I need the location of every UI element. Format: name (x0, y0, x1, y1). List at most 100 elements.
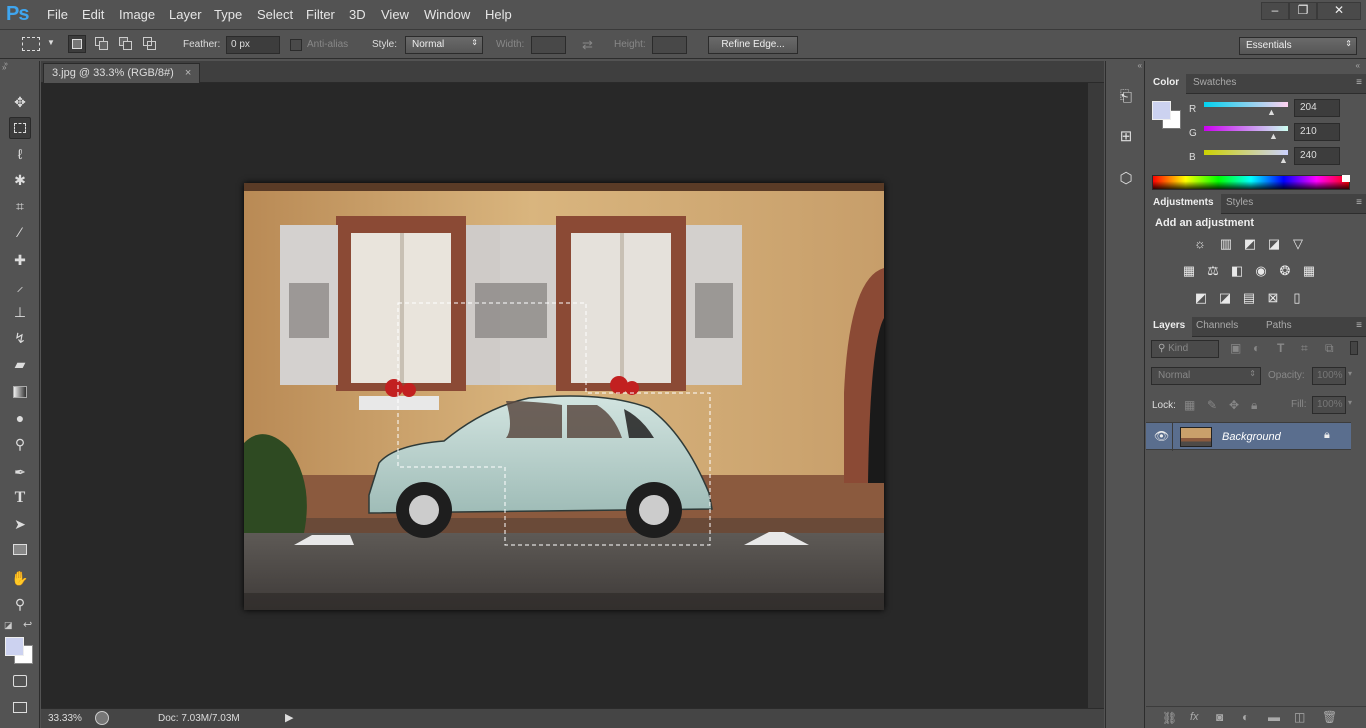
channel-mixer-icon[interactable]: ❂ (1276, 263, 1294, 279)
curves-icon[interactable]: ◩ (1241, 236, 1259, 252)
lock-position-icon[interactable]: ✥ (1229, 398, 1239, 412)
color-lookup-icon[interactable]: ▦ (1300, 263, 1318, 279)
channel-r-input[interactable]: 204 (1294, 99, 1340, 117)
gradient-map-icon[interactable]: ▯ (1288, 290, 1306, 306)
slider-thumb-icon[interactable]: ▲ (1269, 131, 1278, 141)
menu-view[interactable]: View (381, 7, 409, 22)
tab-color[interactable]: Color (1146, 74, 1187, 94)
selective-color-icon[interactable]: ⊠ (1264, 290, 1282, 306)
channel-b-slider[interactable] (1204, 150, 1288, 155)
tab-adjustments[interactable]: Adjustments (1146, 194, 1221, 214)
black-white-icon[interactable]: ◧ (1228, 263, 1246, 279)
exposure-icon[interactable]: ◪ (1265, 236, 1283, 252)
gradient-tool-icon[interactable] (9, 381, 31, 403)
status-icon[interactable] (95, 711, 109, 725)
adjustment-layer-icon[interactable]: ◐ (1242, 710, 1249, 724)
posterize-icon[interactable]: ◪ (1216, 290, 1234, 306)
height-input[interactable] (652, 36, 687, 54)
tab-layers[interactable]: Layers (1146, 317, 1193, 337)
collapse-icon[interactable]: « (1146, 61, 1366, 71)
rectangular-marquee-tool-icon[interactable] (9, 117, 31, 139)
vertical-scrollbar[interactable] (1088, 83, 1104, 708)
marquee-preset-icon[interactable] (22, 37, 40, 51)
panel-menu-icon[interactable]: ≡ (1356, 77, 1362, 88)
menu-layer[interactable]: Layer (169, 7, 202, 22)
color-balance-icon[interactable]: ⚖ (1204, 263, 1222, 279)
feather-input[interactable]: 0 px (226, 36, 280, 54)
levels-icon[interactable]: ▥ (1217, 236, 1235, 252)
foreground-color-swatch[interactable] (5, 637, 24, 656)
lock-pixels-icon[interactable]: ✎ (1207, 398, 1217, 412)
adjustment-filter-icon[interactable]: ◐ (1253, 341, 1260, 355)
restore-button[interactable]: ❐ (1289, 2, 1317, 20)
pixel-filter-icon[interactable]: ▣ (1230, 341, 1241, 355)
tab-paths[interactable]: Paths (1259, 317, 1299, 337)
panel-menu-icon[interactable]: ≡ (1356, 320, 1362, 331)
layer-thumbnail[interactable] (1180, 427, 1212, 447)
hand-tool-icon[interactable]: ✋ (9, 567, 31, 589)
smart-object-filter-icon[interactable]: ⧉ (1325, 341, 1334, 356)
white-swatch[interactable] (1342, 175, 1350, 182)
lock-transparent-icon[interactable]: ▦ (1184, 398, 1195, 412)
close-tab-icon[interactable]: × (185, 67, 191, 79)
style-dropdown[interactable]: Normal ⇕ (405, 36, 483, 54)
menu-type[interactable]: Type (214, 7, 242, 22)
shape-filter-icon[interactable]: ⌗ (1301, 341, 1308, 356)
chevron-down-icon[interactable]: ▾ (1348, 398, 1352, 407)
layer-row-background[interactable]: 👁︎ Background 🔒︎ (1146, 422, 1351, 451)
chevron-down-icon[interactable]: ▼ (47, 38, 55, 47)
rectangle-tool-icon[interactable] (9, 539, 31, 561)
tab-channels[interactable]: Channels (1189, 317, 1245, 337)
document-tab[interactable]: 3.jpg @ 33.3% (RGB/8#) × (43, 63, 201, 83)
menu-3d[interactable]: 3D (349, 7, 366, 22)
new-group-icon[interactable]: ▬ (1268, 710, 1280, 724)
trash-icon[interactable]: 🗑︎ (1322, 710, 1337, 724)
eraser-tool-icon[interactable]: ▰ (9, 353, 31, 375)
default-colors-icon[interactable]: ◪ (4, 620, 13, 631)
layer-name[interactable]: Background (1222, 431, 1281, 443)
slider-thumb-icon[interactable]: ▲ (1267, 107, 1276, 117)
blur-tool-icon[interactable]: ● (9, 407, 31, 429)
intersect-selection-icon[interactable] (142, 36, 158, 52)
link-layers-icon[interactable]: ⛓︎ (1162, 711, 1177, 725)
move-tool-icon[interactable]: ✥ (9, 91, 31, 113)
add-mask-icon[interactable]: ◙ (1216, 710, 1223, 724)
brush-tool-icon[interactable]: ⸝ (9, 275, 31, 297)
eyedropper-tool-icon[interactable]: ⁄ (9, 221, 31, 243)
crop-tool-icon[interactable]: ⌗ (9, 195, 31, 217)
menu-edit[interactable]: Edit (82, 7, 104, 22)
type-tool-icon[interactable]: T (9, 487, 31, 509)
3d-cube-icon[interactable]: ⬡ (1114, 167, 1138, 191)
brightness-icon[interactable]: ☼ (1191, 236, 1209, 252)
dodge-tool-icon[interactable]: ⚲ (9, 433, 31, 455)
healing-brush-tool-icon[interactable]: ✚ (9, 249, 31, 271)
fill-input[interactable]: 100% (1312, 396, 1346, 414)
tab-styles[interactable]: Styles (1219, 194, 1260, 214)
menu-image[interactable]: Image (119, 7, 155, 22)
properties-icon[interactable]: ⊞ (1114, 125, 1138, 149)
menu-file[interactable]: File (47, 7, 68, 22)
color-spectrum[interactable] (1152, 175, 1350, 190)
menu-window[interactable]: Window (424, 7, 470, 22)
quick-mask-icon[interactable] (9, 671, 31, 693)
collapse-icon[interactable]: « (1106, 61, 1146, 71)
fx-icon[interactable]: fx (1190, 711, 1199, 723)
swap-icon[interactable]: ⇄ (582, 37, 593, 53)
blend-mode-dropdown[interactable]: Normal ⇕ (1151, 367, 1261, 385)
history-brush-tool-icon[interactable]: ↯ (9, 327, 31, 349)
workspace-dropdown[interactable]: Essentials ⇕ (1239, 37, 1357, 55)
zoom-level[interactable]: 33.33% (48, 713, 82, 724)
new-layer-icon[interactable]: ◫ (1294, 710, 1305, 724)
screen-mode-icon[interactable] (9, 697, 31, 719)
threshold-icon[interactable]: ▤ (1240, 290, 1258, 306)
channel-g-input[interactable]: 210 (1294, 123, 1340, 141)
magic-wand-tool-icon[interactable]: ✱ (9, 169, 31, 191)
image-canvas[interactable] (244, 183, 884, 610)
triangle-right-icon[interactable]: ▶ (285, 711, 293, 724)
minimize-button[interactable]: – (1261, 2, 1289, 20)
zoom-tool-icon[interactable]: ⚲ (9, 593, 31, 615)
antialias-checkbox[interactable] (290, 39, 302, 51)
hue-saturation-icon[interactable]: ▦ (1180, 263, 1198, 279)
type-filter-icon[interactable]: T (1277, 341, 1284, 355)
add-to-selection-icon[interactable] (94, 36, 110, 52)
